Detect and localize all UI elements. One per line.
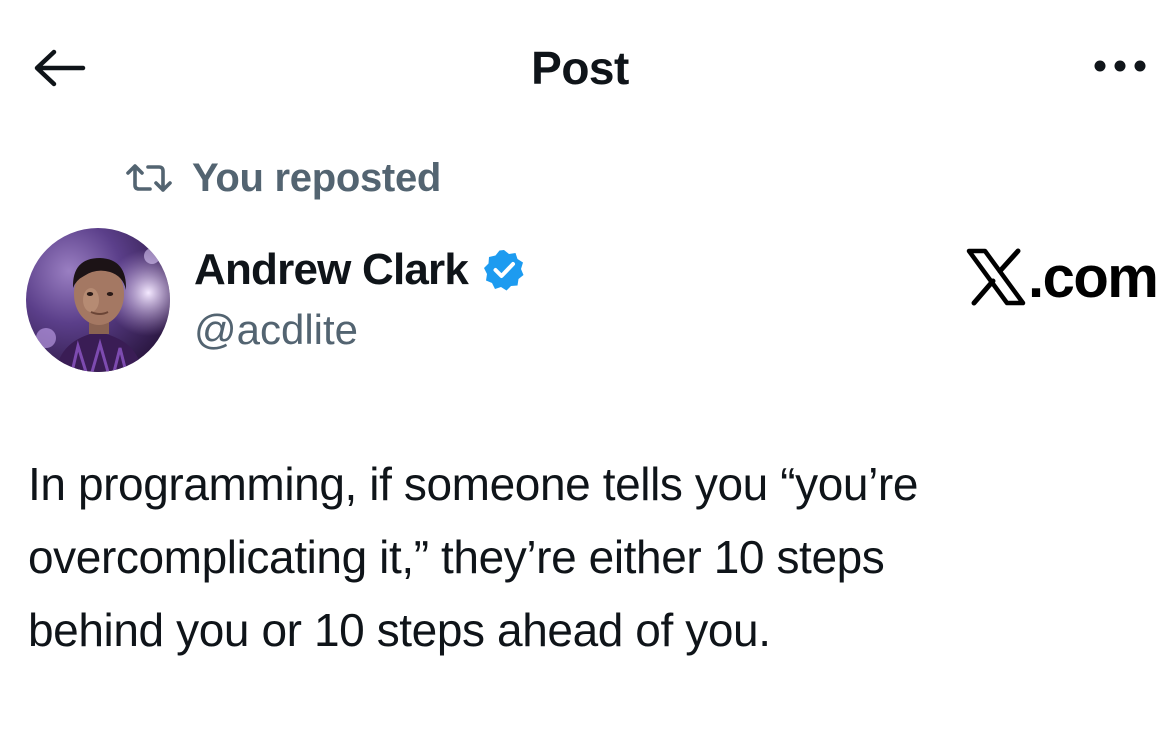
repost-indicator[interactable]: You reposted [124,152,441,204]
post-text: In programming, if someone tells you “yo… [28,448,1138,667]
repost-label: You reposted [192,155,442,200]
post-header: Post [0,0,1160,130]
page-title: Post [531,42,629,94]
post-text-line: overcomplicating it,” they’re either 10 … [28,531,885,583]
verified-badge-icon[interactable] [482,247,528,293]
author-avatar[interactable] [26,228,170,372]
author-name[interactable]: Andrew Clark [194,245,469,295]
post-text-line: In programming, if someone tells you “yo… [28,458,919,510]
author-handle[interactable]: @acdlite [194,304,358,356]
x-logo-icon [966,248,1026,306]
site-mark-text: .com [1028,244,1159,310]
repost-icon [124,162,176,194]
author-name-row: Andrew Clark [194,240,528,300]
more-options-button[interactable] [1088,44,1152,88]
x-com-watermark: .com [966,244,1159,310]
more-horizontal-icon [1094,60,1146,72]
post-text-line: behind you or 10 steps ahead of you. [28,604,771,656]
